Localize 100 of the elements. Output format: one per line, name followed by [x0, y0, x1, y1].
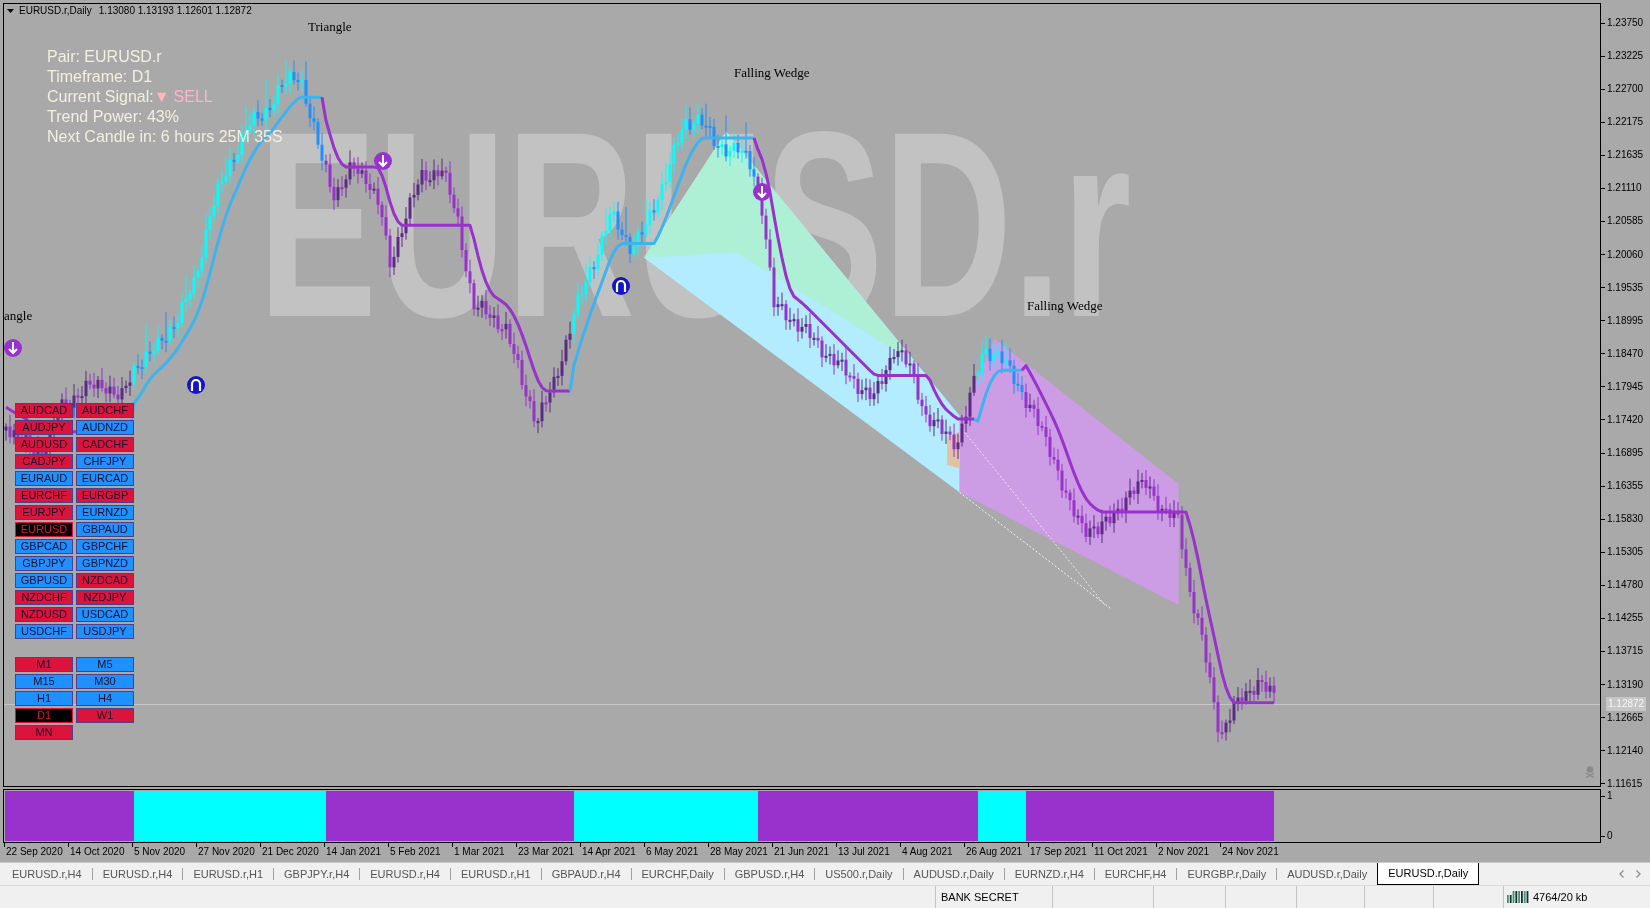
symbol-button[interactable]: GBPCAD	[15, 539, 73, 554]
price-label: 1.16895	[1607, 446, 1644, 460]
chart-tab[interactable]: AUDUSD.r,Daily	[1277, 863, 1378, 885]
price-label: 1.20585	[1607, 214, 1644, 229]
timeframe-button[interactable]: M30	[76, 674, 134, 689]
price-label: 1.14255	[1607, 611, 1644, 626]
date-label: 14 Apr 2021	[582, 845, 636, 859]
ohlc-prices: 1.13080 1.13193 1.12601 1.12872	[98, 4, 252, 18]
symbol-button[interactable]: AUDNZD	[76, 420, 134, 435]
indicator-scale-label: 0	[1607, 829, 1613, 843]
symbol-button[interactable]: NZDCAD	[76, 573, 134, 588]
chart-tab[interactable]: EURUSD.r,H4	[92, 863, 183, 885]
chart-tab[interactable]: EURNZD.r,H4	[1004, 863, 1094, 885]
pattern-label: Falling Wedge	[734, 65, 810, 80]
date-label: 28 May 2021	[710, 845, 768, 859]
price-label: 1.12665	[1607, 710, 1644, 725]
date-label: 24 Nov 2021	[1222, 845, 1279, 859]
price-label: 1.21110	[1607, 181, 1642, 196]
signal-value: SELL	[173, 87, 213, 107]
symbol-button[interactable]: EURUSD	[15, 522, 73, 537]
date-label: 27 Nov 2020	[198, 845, 255, 859]
date-label: 4 Aug 2021	[902, 845, 953, 859]
timeframe-button[interactable]: M1	[15, 657, 73, 672]
price-label: 1.16355	[1607, 479, 1644, 494]
pattern-label: angle	[4, 308, 33, 323]
symbol-button[interactable]: GBPAUD	[76, 522, 134, 537]
symbol-button[interactable]: GBPUSD	[15, 573, 73, 588]
chevron-right-icon[interactable]	[1636, 870, 1641, 878]
symbol-button[interactable]: EURNZD	[76, 505, 134, 520]
symbol-button[interactable]: USDCAD	[76, 607, 134, 622]
timeframe-button[interactable]: MN	[15, 725, 73, 740]
price-label: 1.13190	[1607, 677, 1644, 692]
chart-tab[interactable]: GBPUSD.r,H4	[724, 863, 815, 885]
price-label: 1.18470	[1607, 346, 1644, 361]
price-label: 1.12140	[1607, 743, 1644, 758]
chart-tab[interactable]: EURCHF,H4	[1094, 863, 1177, 885]
symbol-button[interactable]: CHFJPY	[76, 454, 134, 469]
caret-icon[interactable]	[7, 9, 14, 13]
chart-tab[interactable]: EURUSD.r,H4	[2, 863, 92, 885]
symbol-button[interactable]: EURGBP	[76, 488, 134, 503]
price-label: 1.23750	[1607, 16, 1644, 30]
symbol-button[interactable]: NZDJPY	[76, 590, 134, 605]
signal-arrow: ▼	[153, 87, 170, 107]
timeframe-button[interactable]: M15	[15, 674, 73, 689]
date-label: 23 Mar 2021	[518, 845, 575, 859]
symbol-button[interactable]: USDCHF	[15, 624, 73, 639]
date-label: 11 Oct 2021	[1094, 845, 1148, 859]
symbol-button[interactable]: AUDJPY	[15, 420, 73, 435]
chart-tab[interactable]: AUDUSD.r,Daily	[903, 863, 1004, 885]
symbol-button[interactable]: NZDCHF	[15, 590, 73, 605]
symbol-button[interactable]: EURCAD	[76, 471, 134, 486]
timeframe-button[interactable]: H4	[76, 691, 134, 706]
skull-icon	[1585, 766, 1595, 778]
symbol-button[interactable]: NZDUSD	[15, 607, 73, 622]
symbol-button[interactable]: CADJPY	[15, 454, 73, 469]
price-label: 1.17945	[1607, 379, 1644, 394]
chart-tab[interactable]: GBPAUD.r,H4	[541, 863, 631, 885]
profile-name: BANK SECRET	[941, 889, 1019, 905]
symbol-button[interactable]: CADCHF	[76, 437, 134, 452]
symbol-button[interactable]: AUDCHF	[76, 403, 134, 418]
date-label: 14 Jan 2021	[326, 845, 382, 859]
chevron-left-icon[interactable]	[1619, 870, 1624, 878]
pair-text: Pair: EURUSD.r	[47, 47, 163, 67]
price-label: 1.23225	[1607, 49, 1644, 64]
chart-symbol: EURUSD.r,Daily	[19, 4, 92, 18]
chart-tab[interactable]: EURUSD.r,H1	[450, 863, 541, 885]
timeframe-button[interactable]: H1	[15, 691, 73, 706]
date-label: 13 Jul 2021	[838, 845, 890, 859]
chart-tab[interactable]: EURUSD.r,H1	[183, 863, 274, 885]
symbol-button[interactable]: AUDCAD	[15, 403, 73, 418]
date-label: 26 Aug 2021	[966, 845, 1023, 859]
chart-tab[interactable]: EURUSD.r,Daily	[1377, 863, 1480, 885]
chart-tab[interactable]: EURCHF,Daily	[631, 863, 724, 885]
date-label: 14 Oct 2020	[70, 845, 125, 859]
down-arrow-circle-icon	[4, 339, 22, 357]
price-label: 1.17420	[1607, 412, 1644, 427]
date-label: 22 Sep 2020	[6, 845, 63, 859]
price-label: 1.21635	[1607, 148, 1644, 163]
chart-tab[interactable]: US500.r,Daily	[815, 863, 903, 885]
indicator-scale-label: 1	[1607, 789, 1613, 803]
chart-tab[interactable]: EURGBP.r,Daily	[1177, 863, 1277, 885]
traffic-counter: 4764/20 kb	[1533, 889, 1588, 905]
symbol-button[interactable]: GBPNZD	[76, 556, 134, 571]
price-label: 1.11615	[1607, 776, 1643, 791]
symbol-button[interactable]: AUDUSD	[15, 437, 73, 452]
timeframe-button[interactable]: M5	[76, 657, 134, 672]
symbol-button[interactable]: GBPJPY	[15, 556, 73, 571]
symbol-button[interactable]: EURAUD	[15, 471, 73, 486]
chart-tab[interactable]: GBPJPY.r,H4	[274, 863, 360, 885]
symbol-button[interactable]: GBPCHF	[76, 539, 134, 554]
timeframe-button[interactable]: D1	[15, 708, 73, 723]
timeframe-button[interactable]: W1	[76, 708, 134, 723]
price-label: 1.18995	[1607, 313, 1644, 328]
price-label: 1.15830	[1607, 512, 1644, 527]
symbol-button[interactable]: USDJPY	[76, 624, 134, 639]
pattern-label: Triangle	[308, 19, 352, 34]
symbol-button[interactable]: EURJPY	[15, 505, 73, 520]
price-label: 1.19535	[1607, 280, 1644, 295]
symbol-button[interactable]: EURCHF	[15, 488, 73, 503]
chart-tab[interactable]: EURUSD.r,H4	[360, 863, 450, 885]
